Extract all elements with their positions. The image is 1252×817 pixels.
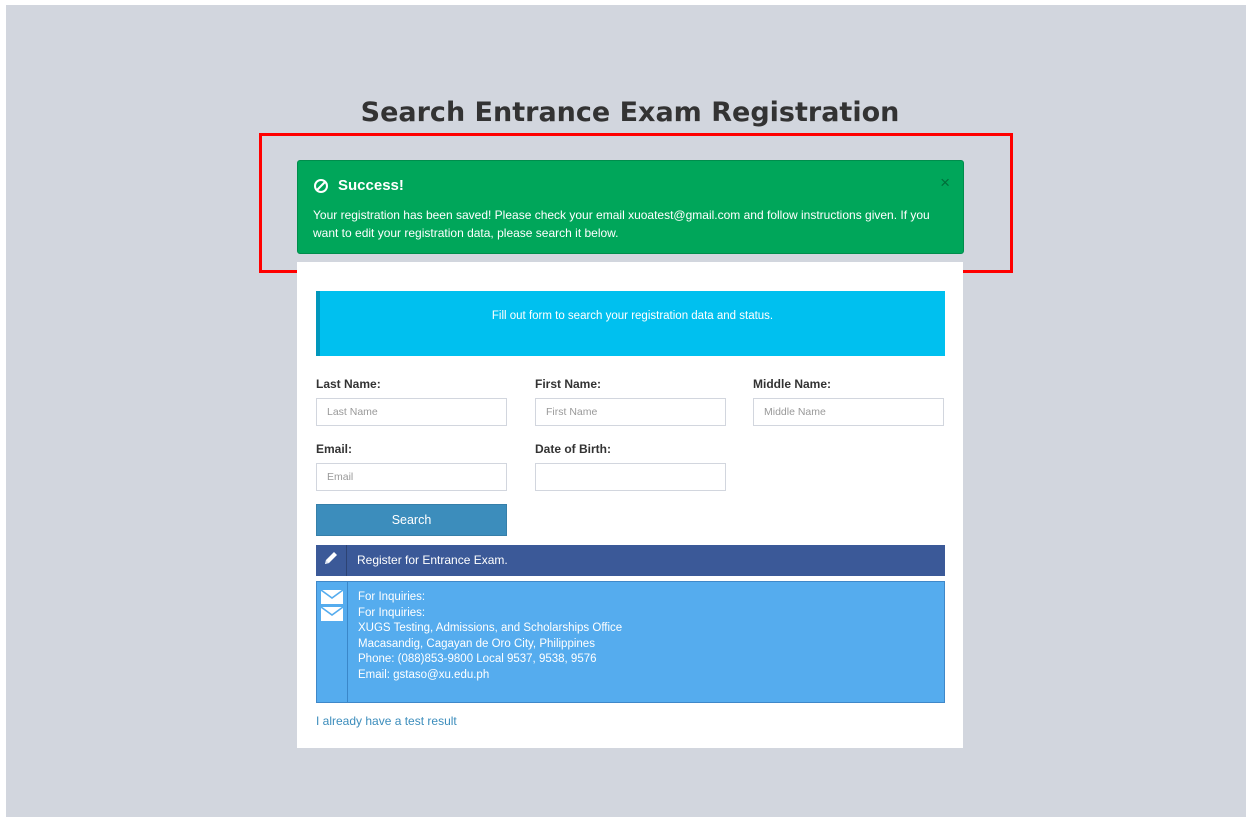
register-button[interactable]: Register for Entrance Exam. <box>316 545 945 576</box>
test-result-link[interactable]: I already have a test result <box>316 714 457 728</box>
first-name-input[interactable] <box>535 398 726 426</box>
register-label: Register for Entrance Exam. <box>357 553 508 567</box>
search-button[interactable]: Search <box>316 504 507 536</box>
inquiry-icon-cell <box>317 582 348 702</box>
last-name-label: Last Name: <box>316 377 381 391</box>
email-label: Email: <box>316 442 353 456</box>
middle-name-input[interactable] <box>753 398 944 426</box>
page-title: Search Entrance Exam Registration <box>360 97 900 128</box>
first-name-label: First Name: <box>535 377 602 391</box>
alert-heading: Success! <box>313 177 404 194</box>
success-alert: Success! × Your registration has been sa… <box>297 160 964 254</box>
inquiry-line: Email: gstaso@xu.edu.ph <box>358 668 490 681</box>
alert-close-button[interactable]: × <box>940 174 950 191</box>
alert-message: Your registration has been saved! Please… <box>313 208 930 240</box>
ban-icon <box>313 178 329 194</box>
register-icon-cell <box>316 545 347 576</box>
inquiry-text: For Inquiries: For Inquiries: XUGS Testi… <box>358 590 622 683</box>
middle-name-label: Middle Name: <box>753 377 832 391</box>
email-input[interactable] <box>316 463 507 491</box>
inquiry-line: Macasandig, Cagayan de Oro City, Philipp… <box>358 637 595 650</box>
inquiry-line: For Inquiries: <box>358 606 426 619</box>
pencil-icon <box>322 549 340 572</box>
dob-label: Date of Birth: <box>535 442 611 456</box>
inquiry-line: XUGS Testing, Admissions, and Scholarshi… <box>358 622 623 634</box>
envelope-icon <box>320 589 344 628</box>
last-name-input[interactable] <box>316 398 507 426</box>
inquiry-line: Phone: (088)853-9800 Local 9537, 9538, 9… <box>358 653 597 665</box>
inquiry-box: For Inquiries: For Inquiries: XUGS Testi… <box>316 581 945 703</box>
alert-heading-text: Success! <box>338 177 404 194</box>
info-banner: Fill out form to search your registratio… <box>316 291 945 356</box>
inquiry-line: For Inquiries: <box>358 591 426 603</box>
dob-input[interactable] <box>535 463 726 491</box>
